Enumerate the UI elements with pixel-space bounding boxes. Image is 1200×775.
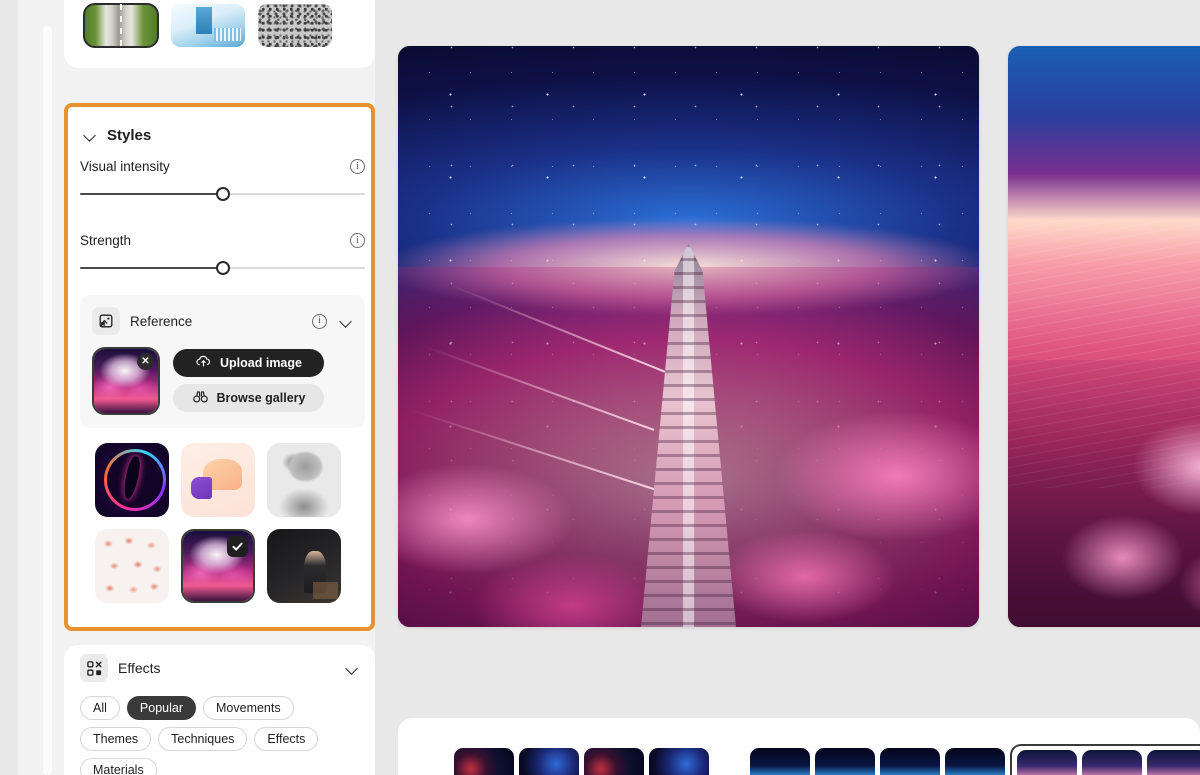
effects-panel: Effects All Popular Movements Themes Tec… xyxy=(64,645,375,775)
history-filmstrip xyxy=(398,718,1200,775)
info-icon[interactable]: i xyxy=(350,159,365,174)
slider-handle[interactable] xyxy=(215,261,230,275)
info-icon[interactable]: i xyxy=(312,313,327,329)
chevron-down-icon[interactable] xyxy=(84,129,97,142)
strength-label: Strength xyxy=(80,233,132,248)
slider-fill xyxy=(80,193,223,195)
visual-intensity-slider-block: Visual intensity i xyxy=(80,159,365,201)
close-icon[interactable]: ✕ xyxy=(137,353,154,370)
cloud-layer xyxy=(1008,359,1200,627)
results-canvas xyxy=(375,0,1200,775)
reference-header[interactable]: Reference i xyxy=(92,307,353,335)
effects-chip-materials[interactable]: Materials xyxy=(80,758,157,775)
style-thumbnail-cinematic-man-portrait[interactable] xyxy=(267,529,341,603)
style-thumbnail-neon-ring-dancer[interactable] xyxy=(95,443,169,517)
style-thumbnail-pencil-portrait-bust[interactable] xyxy=(267,443,341,517)
chevron-down-icon[interactable] xyxy=(340,315,353,328)
history-thumbnail[interactable] xyxy=(649,748,709,775)
chevron-down-icon[interactable] xyxy=(346,662,359,675)
previous-thumbnail-row xyxy=(83,3,332,48)
effects-filter-chips: All Popular Movements Themes Techniques … xyxy=(80,696,365,775)
history-group-nebula[interactable] xyxy=(454,748,709,775)
upload-image-button[interactable]: Upload image xyxy=(173,349,324,377)
reference-title: Reference xyxy=(130,313,193,329)
generated-image-main[interactable] xyxy=(398,46,979,627)
reference-subsection: Reference i ✕ Upload image Browse galler… xyxy=(80,295,365,428)
style-gallery-grid xyxy=(95,443,341,603)
effects-header[interactable]: Effects xyxy=(80,654,359,682)
effects-chip-effects[interactable]: Effects xyxy=(254,727,319,751)
binoculars-icon xyxy=(192,388,209,408)
strength-slider[interactable] xyxy=(80,261,365,275)
slider-fill xyxy=(80,267,223,269)
history-group-current[interactable] xyxy=(1010,744,1200,775)
effects-chip-all[interactable]: All xyxy=(80,696,120,720)
main-image-content xyxy=(398,46,979,627)
sidebar-scrollbar-track[interactable] xyxy=(43,26,52,775)
check-icon xyxy=(227,536,248,557)
effects-grid-icon xyxy=(80,654,108,682)
styles-title: Styles xyxy=(107,127,152,144)
history-thumbnail[interactable] xyxy=(1147,750,1200,775)
browse-gallery-button[interactable]: Browse gallery xyxy=(173,384,324,412)
style-thumbnail-hand-illustrations[interactable] xyxy=(95,529,169,603)
visual-intensity-label: Visual intensity xyxy=(80,159,170,174)
app-root: Styles Visual intensity i Strength i Ref… xyxy=(0,0,1200,775)
history-thumbnail[interactable] xyxy=(880,748,940,775)
history-thumbnail[interactable] xyxy=(454,748,514,775)
visual-intensity-slider[interactable] xyxy=(80,187,365,201)
effects-chip-techniques[interactable]: Techniques xyxy=(158,727,248,751)
effects-chip-themes[interactable]: Themes xyxy=(80,727,152,751)
history-thumbnail[interactable] xyxy=(815,748,875,775)
info-icon[interactable]: i xyxy=(350,233,365,248)
left-sidebar: Styles Visual intensity i Strength i Ref… xyxy=(18,0,375,775)
history-thumbnail[interactable] xyxy=(750,748,810,775)
upload-image-label: Upload image xyxy=(220,356,302,370)
styles-section-header[interactable]: Styles xyxy=(84,127,151,144)
secondary-image-content xyxy=(1008,46,1200,627)
reference-actions: Upload image Browse gallery xyxy=(173,347,324,415)
history-group-earth[interactable] xyxy=(750,748,1005,775)
history-thumbnail[interactable] xyxy=(1017,750,1077,775)
history-thumbnail[interactable] xyxy=(1082,750,1142,775)
image-reference-icon xyxy=(92,307,120,335)
generated-image-secondary[interactable] xyxy=(1008,46,1200,627)
style-thumbnail-pink-cloud-sky[interactable] xyxy=(181,529,255,603)
effects-chip-popular[interactable]: Popular xyxy=(126,696,196,720)
cloud-upload-icon xyxy=(195,353,212,373)
previous-section-card xyxy=(64,0,375,68)
styles-panel: Styles Visual intensity i Strength i Ref… xyxy=(64,103,375,631)
slider-handle[interactable] xyxy=(215,187,230,201)
thumbnail-grey-texture[interactable] xyxy=(258,4,332,47)
style-thumbnail-3d-thumbs-up[interactable] xyxy=(181,443,255,517)
browse-gallery-label: Browse gallery xyxy=(216,391,306,405)
effects-title: Effects xyxy=(118,660,161,676)
thumbnail-blue-architecture[interactable] xyxy=(171,4,245,47)
history-thumbnail[interactable] xyxy=(945,748,1005,775)
thumbnail-aerial-road[interactable] xyxy=(83,3,159,48)
strength-slider-block: Strength i xyxy=(80,233,365,275)
reference-body: ✕ Upload image Browse gallery xyxy=(92,347,324,415)
history-thumbnail[interactable] xyxy=(584,748,644,775)
reference-active-thumbnail[interactable]: ✕ xyxy=(92,347,160,415)
effects-chip-movements[interactable]: Movements xyxy=(203,696,294,720)
history-thumbnail[interactable] xyxy=(519,748,579,775)
